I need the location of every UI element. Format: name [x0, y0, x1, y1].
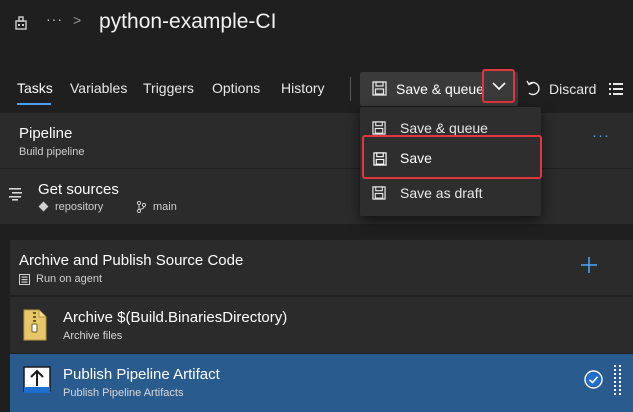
- task-subtitle: Archive files: [63, 330, 123, 342]
- publish-artifact-icon: [23, 366, 51, 401]
- build-pipeline-icon[interactable]: [14, 15, 28, 30]
- pipeline-subtitle: Build pipeline: [19, 146, 85, 158]
- task-item-publish[interactable]: Publish Pipeline Artifact Publish Pipeli…: [10, 353, 633, 412]
- check-circle-icon[interactable]: [584, 370, 603, 394]
- menu-item-save-as-draft[interactable]: Save as draft: [360, 177, 541, 209]
- section-gap: [0, 224, 633, 240]
- chevron-right-icon: >: [73, 12, 82, 28]
- floppy-disk-icon: [372, 186, 386, 205]
- repository-label: repository: [55, 201, 104, 213]
- undo-icon: [525, 80, 541, 99]
- more-options-icon[interactable]: ···: [592, 127, 610, 144]
- agent-icon: [19, 274, 30, 288]
- get-sources-title: Get sources: [38, 181, 119, 198]
- tab-tasks[interactable]: Tasks: [17, 80, 53, 96]
- list-view-icon[interactable]: [609, 82, 623, 100]
- tab-history[interactable]: History: [281, 80, 325, 96]
- menu-item-label: Save & queue: [400, 120, 488, 136]
- floppy-disk-icon: [372, 81, 387, 101]
- menu-item-save[interactable]: Save: [362, 135, 542, 179]
- save-options-dropdown-button[interactable]: [482, 69, 515, 103]
- drag-handle-icon[interactable]: [614, 365, 622, 400]
- add-task-icon[interactable]: [580, 256, 598, 279]
- tab-options[interactable]: Options: [212, 80, 260, 96]
- branch-icon: [136, 200, 147, 216]
- branch-label: main: [153, 201, 177, 213]
- tab-triggers[interactable]: Triggers: [143, 80, 194, 96]
- chevron-down-icon: [492, 82, 506, 91]
- sources-icon: [9, 187, 25, 206]
- task-subtitle: Publish Pipeline Artifacts: [63, 387, 184, 399]
- task-item-archive[interactable]: Archive $(Build.BinariesDirectory) Archi…: [10, 296, 633, 353]
- menu-item-label: Save as draft: [400, 185, 483, 201]
- menu-item-label: Save: [400, 150, 432, 166]
- page-title: python-example-CI: [99, 10, 277, 33]
- zip-archive-icon: [23, 309, 47, 346]
- active-tab-indicator: [17, 103, 51, 105]
- header: ··· > python-example-CI: [0, 0, 633, 50]
- task-title: Archive $(Build.BinariesDirectory): [63, 309, 288, 326]
- discard-label: Discard: [549, 81, 597, 97]
- job-subtitle-label: Run on agent: [36, 273, 103, 285]
- tab-variables[interactable]: Variables: [70, 80, 127, 96]
- floppy-disk-icon: [373, 152, 387, 171]
- task-title: Publish Pipeline Artifact: [63, 366, 220, 383]
- ellipsis-icon[interactable]: ···: [46, 11, 63, 27]
- job-title: Archive and Publish Source Code: [19, 252, 244, 269]
- save-and-queue-label: Save & queue: [396, 81, 484, 97]
- agent-job-item[interactable]: Archive and Publish Source Code Run on a…: [10, 240, 633, 295]
- pipeline-title: Pipeline: [19, 125, 73, 142]
- toolbar-divider: [350, 77, 351, 101]
- repository-icon: [38, 201, 49, 215]
